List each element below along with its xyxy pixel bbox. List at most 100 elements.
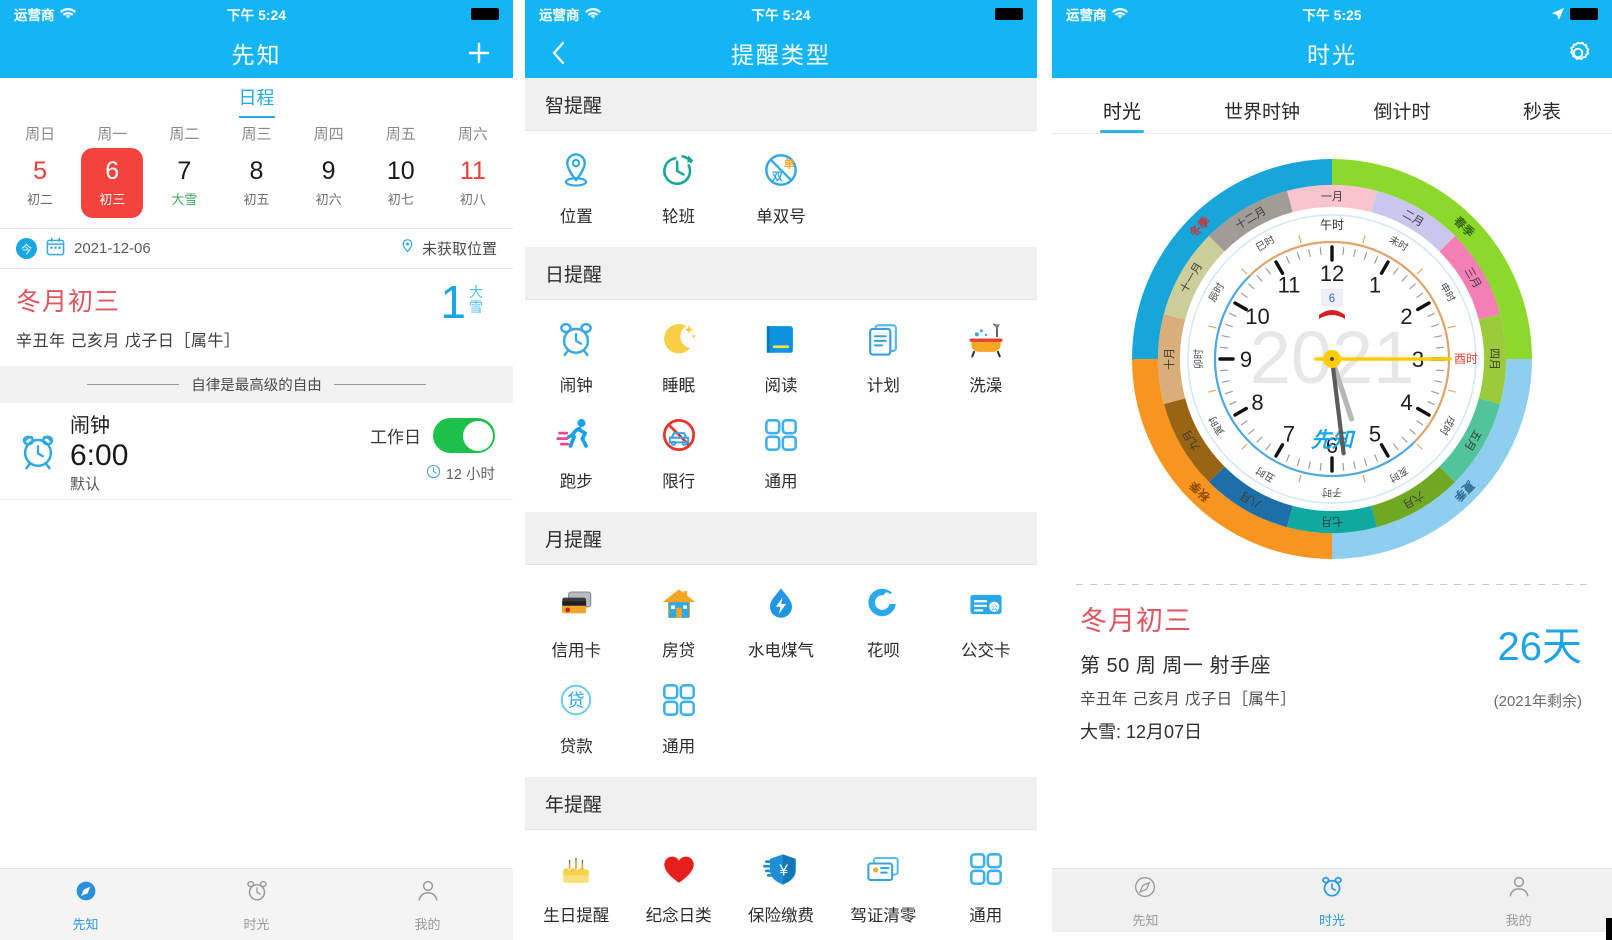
tab-item-compass[interactable]: 先知	[0, 876, 171, 933]
day-column[interactable]: 周二 7 大雪	[148, 123, 220, 218]
alarm-repeat-label: 工作日	[370, 428, 421, 447]
minute-tick	[1342, 462, 1345, 471]
term-days: 1	[440, 276, 466, 328]
section-grid: 位置 轮班 单双单双号	[525, 131, 1037, 247]
day-cell[interactable]: 6 初三	[81, 148, 144, 218]
reminder-type-label: 信用卡	[551, 642, 601, 660]
day-cell[interactable]: 5 初二	[9, 148, 71, 218]
alarm-toggle[interactable]	[433, 418, 495, 453]
alarm-main: 闹钟 6:00 默认	[70, 409, 128, 494]
reminder-type-item[interactable]: 纪念日类	[627, 844, 729, 940]
compass-icon	[1130, 872, 1160, 907]
battery-icon	[471, 7, 499, 20]
day-column[interactable]: 周日 5 初二	[4, 123, 76, 218]
tab-item-label: 时光	[1319, 913, 1346, 928]
tab-underline	[1240, 130, 1284, 133]
section-header: 月提醒	[525, 512, 1037, 565]
tab-item-person[interactable]: 我的	[1425, 872, 1612, 929]
tab-underline	[1520, 130, 1564, 133]
week-strip: 周日 5 初二 周一 6 初三 周二 7 大雪 周三 8 初五 周四 9 初六 周五 10 初七 周六 11 初八	[0, 123, 513, 228]
status-bar: 运营商 下午 5:25	[1052, 0, 1612, 27]
tab-schedule[interactable]: 日程	[238, 84, 275, 118]
reminder-type-item[interactable]: 贷贷款	[525, 675, 627, 771]
time-tab-bar: 时光 世界时钟 倒计时 秒表	[1052, 78, 1612, 134]
location-arrow-icon	[1551, 7, 1564, 20]
reminder-type-item[interactable]: 房贷	[627, 579, 729, 675]
reminder-type-item[interactable]: 闹钟	[525, 314, 627, 410]
page-title: 提醒类型	[731, 41, 831, 68]
day-cell[interactable]: 9 初六	[298, 148, 360, 218]
ganzhi-text: 辛丑年 己亥月 戊子日［属牛］	[1080, 691, 1297, 708]
reminder-type-item[interactable]: 睡眠	[627, 314, 729, 410]
add-button[interactable]	[461, 35, 497, 71]
reminder-type-item[interactable]: 位置	[525, 145, 627, 241]
reminder-type-item[interactable]: 信用卡	[525, 579, 627, 675]
panel-gap-1	[513, 0, 525, 940]
time-tab-倒计时[interactable]: 倒计时	[1332, 97, 1472, 133]
day-column[interactable]: 周三 8 初五	[220, 123, 292, 218]
settings-button[interactable]	[1560, 35, 1596, 71]
today-badge[interactable]: 今	[16, 238, 37, 259]
time-tab-秒表[interactable]: 秒表	[1472, 97, 1612, 133]
day-cell[interactable]: 8 初五	[225, 148, 287, 218]
day-lunar-label: 初五	[243, 191, 270, 207]
page-title: 时光	[1307, 41, 1357, 68]
status-bar: 运营商 下午 5:24	[525, 0, 1037, 27]
time-tab-label: 世界时钟	[1223, 102, 1300, 123]
reminder-type-item[interactable]: 通用	[627, 675, 729, 771]
tab-item-person[interactable]: 我的	[342, 876, 513, 933]
reminder-type-item[interactable]: 限行	[627, 410, 729, 506]
minute-tick	[1435, 346, 1444, 349]
tab-item-label: 时光	[243, 917, 270, 932]
tab-item-alarm-clock[interactable]: 时光	[171, 876, 342, 933]
location-status[interactable]: 未获取位置	[399, 238, 497, 259]
nav-bar: 时光	[1052, 27, 1612, 78]
tab-item-compass[interactable]: 先知	[1052, 872, 1239, 929]
status-time: 下午 5:24	[226, 7, 287, 23]
reminder-type-item[interactable]: 水电煤气	[730, 579, 832, 675]
hour-numeral: 4	[1400, 390, 1412, 415]
reminder-type-item[interactable]: 通用	[935, 844, 1037, 940]
days-remaining-note: (2021年剩余)	[1493, 693, 1582, 710]
reminder-type-item[interactable]: 驾证清零	[832, 844, 934, 940]
reminder-type-item[interactable]: 花呗	[832, 579, 934, 675]
reminder-type-item[interactable]: 生日提醒	[525, 844, 627, 940]
carrier-label: 运营商	[14, 7, 55, 23]
day-cell[interactable]: 11 初八	[442, 148, 504, 218]
day-lunar-label: 初七	[387, 191, 414, 207]
hour-numeral: 9	[1240, 347, 1252, 372]
tab-item-alarm-clock[interactable]: 时光	[1239, 872, 1426, 929]
nav-bar: 提醒类型	[525, 27, 1037, 78]
day-number: 10	[386, 157, 415, 186]
day-cell[interactable]: 10 初七	[370, 148, 432, 218]
day-column[interactable]: 周一 6 初三	[76, 123, 148, 218]
back-button[interactable]	[541, 35, 577, 71]
reminder-type-label: 计划	[866, 377, 900, 395]
reminder-type-item[interactable]: 跑步	[525, 410, 627, 506]
time-tab-世界时钟[interactable]: 世界时钟	[1192, 97, 1332, 133]
lunar-date: 冬月初三	[16, 288, 121, 316]
reminder-type-item[interactable]: ¥ 保险缴费	[730, 844, 832, 940]
day-column[interactable]: 周六 11 初八	[437, 123, 509, 218]
svg-text:公: 公	[991, 604, 998, 612]
reminder-type-item[interactable]: 公公交卡	[935, 579, 1037, 675]
day-cell[interactable]: 7 大雪	[153, 148, 215, 218]
day-column[interactable]: 周四 9 初六	[293, 123, 365, 218]
minute-tick	[1435, 369, 1444, 372]
reminder-type-item[interactable]: 通用	[730, 410, 832, 506]
reminder-type-item[interactable]: 阅读	[730, 314, 832, 410]
reminder-type-item[interactable]: 轮班	[627, 145, 729, 241]
reminder-type-item[interactable]: 单双单双号	[730, 145, 832, 241]
time-tab-时光[interactable]: 时光	[1052, 97, 1192, 133]
page-title: 先知	[231, 41, 282, 68]
status-left: 运营商	[539, 4, 601, 24]
reminder-type-list[interactable]: 智提醒 位置 轮班单双单双号 日提醒 闹钟 睡眠 阅读 计划 洗澡 跑步 限行 通用 月提醒 信用卡 房贷水…	[525, 78, 1037, 940]
alarm-list-item[interactable]: 闹钟 6:00 默认 工作日 12 小时	[0, 403, 513, 500]
reminder-type-item[interactable]: 洗澡	[935, 314, 1037, 410]
svg-text:¥: ¥	[778, 862, 788, 879]
day-of-week-label: 周日	[25, 126, 56, 143]
reminder-type-label: 位置	[559, 208, 593, 226]
lunar-clock-widget[interactable]: 一月 二月 三月 四月 五月 六月 七月 八月 九月 十月 十一月 十二月 午时 未时 申时 酉时 戌时 亥时子…	[1052, 134, 1612, 584]
reminder-type-item[interactable]: 计划	[832, 314, 934, 410]
day-column[interactable]: 周五 10 初七	[365, 123, 437, 218]
